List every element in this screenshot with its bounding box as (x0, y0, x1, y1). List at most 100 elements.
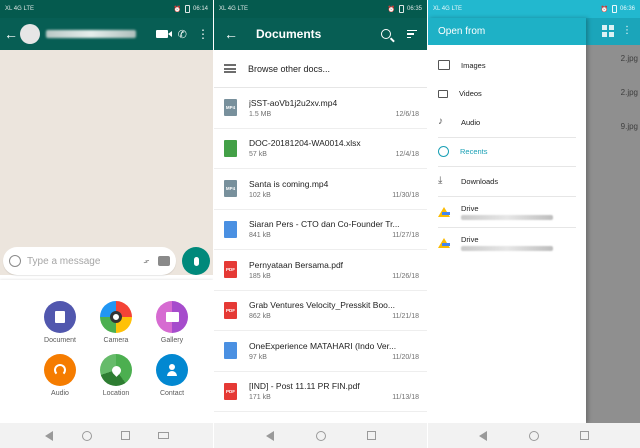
browse-other-docs[interactable]: Browse other docs... (214, 50, 427, 88)
grid-view-icon[interactable] (602, 25, 614, 37)
more-options-icon[interactable]: ⋮ (197, 28, 209, 40)
camera-icon[interactable] (158, 256, 170, 266)
contact-avatar[interactable] (20, 24, 40, 44)
nav-home-icon[interactable] (314, 429, 328, 443)
document-date: 11/13/18 (392, 394, 419, 402)
background-file-name: 2.jpg (620, 88, 638, 97)
document-row[interactable]: PDF [IND] - Post 11.11 PR FIN.pdf 171 kB… (214, 372, 427, 412)
drawer-item-recents[interactable]: Recents (428, 138, 586, 167)
document-name: Santa is coming.mp4 (249, 178, 329, 189)
drawer-item-drive[interactable]: Drive (428, 197, 586, 227)
nav-recents-icon[interactable] (365, 429, 379, 443)
open-from-drawer: Open from Images Videos ♪ Audio Recents … (428, 18, 586, 423)
background-file-name: 2.jpg (620, 54, 638, 63)
video-icon (438, 89, 448, 98)
phone-call-icon[interactable]: ✆ (178, 28, 187, 41)
drawer-item-downloads[interactable]: ⤓ Downloads (428, 167, 586, 196)
documents-header: ← Documents (214, 18, 427, 50)
drive-label: Drive (461, 234, 479, 244)
document-row[interactable]: DOC-20181204-WA0014.xlsx 57 kB 12/4/18 (214, 129, 427, 169)
camera-icon[interactable] (100, 301, 132, 333)
attach-label: Contact (159, 390, 185, 397)
image-icon (438, 60, 450, 71)
microphone-icon (193, 256, 199, 266)
pdf-file-icon: PDF (224, 301, 237, 319)
sort-icon[interactable] (407, 29, 417, 39)
battery-icon (184, 5, 190, 13)
clock-time: 06:35 (406, 6, 422, 12)
drawer-item-label: Images (461, 60, 486, 70)
drawer-item-videos[interactable]: Videos (428, 80, 586, 109)
document-row[interactable]: PDF Grab Ventures Velocity_Presskit Boo.… (214, 291, 427, 331)
nav-back-icon[interactable] (42, 429, 56, 443)
back-arrow-icon[interactable]: ← (224, 26, 238, 42)
document-date: 11/30/18 (392, 191, 419, 199)
attach-label: Audio (51, 390, 69, 397)
attach-document[interactable]: Document (32, 301, 88, 344)
document-size: 57 kB (249, 151, 267, 159)
document-row[interactable]: PDF Pernyataan Bersama.pdf 185 kB 11/26/1… (214, 250, 427, 291)
message-input[interactable]: Type a message (27, 256, 143, 267)
attach-camera[interactable]: Camera (88, 301, 144, 344)
document-name: DOC-20181204-WA0014.xlsx (249, 138, 361, 149)
attach-location[interactable]: Location (88, 354, 144, 397)
nav-home-icon[interactable] (80, 429, 94, 443)
alarm-icon: ⏰ (173, 6, 182, 13)
status-bar: XL 4G LTE ⏰ 06:35 (214, 0, 427, 18)
emoji-icon[interactable] (9, 255, 21, 267)
battery-icon (611, 5, 617, 13)
headphones-icon[interactable] (44, 354, 76, 386)
nav-recents-icon[interactable] (119, 429, 133, 443)
clock-time: 06:36 (619, 6, 635, 12)
person-icon[interactable] (156, 354, 188, 386)
nav-back-icon[interactable] (476, 429, 490, 443)
document-row[interactable]: MP4 jSST-aoVb1j2u2xv.mp4 1.5 MB 12/6/18 (214, 88, 427, 129)
search-icon[interactable] (381, 29, 391, 39)
document-name: Grab Ventures Velocity_Presskit Boo... (249, 300, 395, 311)
gallery-icon[interactable] (156, 301, 188, 333)
document-size: 185 kB (249, 272, 271, 280)
nav-back-icon[interactable] (263, 429, 277, 443)
document-size: 171 kB (249, 394, 271, 402)
document-date: 11/21/18 (392, 313, 419, 321)
attach-audio[interactable]: Audio (32, 354, 88, 397)
back-arrow-icon[interactable]: ← (4, 26, 18, 42)
document-date: 12/4/18 (395, 151, 419, 159)
document-row[interactable]: OneExperience MATAHARI (Indo Ver... 97 k… (214, 331, 427, 372)
document-date: 11/26/18 (392, 272, 419, 280)
document-size: 841 kB (249, 232, 271, 240)
attach-gallery[interactable]: Gallery (144, 301, 200, 344)
drawer-item-drive[interactable]: Drive (428, 228, 586, 258)
nav-home-icon[interactable] (527, 429, 541, 443)
nav-recents-icon[interactable] (578, 429, 592, 443)
location-pin-icon[interactable] (100, 354, 132, 386)
clock-icon (438, 146, 449, 158)
carrier-label: XL 4G LTE (5, 6, 35, 12)
document-name: Siaran Pers - CTO dan Co-Founder Tr... (249, 219, 400, 230)
document-row[interactable]: Siaran Pers - CTO dan Co-Founder Tr... 8… (214, 210, 427, 250)
keyboard-icon[interactable] (157, 429, 171, 443)
text-document-icon (224, 342, 237, 360)
document-list: MP4 jSST-aoVb1j2u2xv.mp4 1.5 MB 12/6/18 D… (214, 88, 427, 412)
drawer-item-label: Recents (460, 147, 488, 157)
attach-contact[interactable]: Contact (144, 354, 200, 397)
document-row[interactable]: MP4 Santa is coming.mp4 102 kB 11/30/18 (214, 169, 427, 210)
background-file-name: 9.jpg (620, 122, 638, 131)
contact-name-blurred[interactable] (46, 30, 136, 38)
drive-account-blurred (461, 214, 553, 220)
more-options-icon[interactable]: ⋮ (622, 25, 632, 36)
carrier-label: XL 4G LTE (219, 6, 249, 12)
message-compose-bar[interactable]: Type a message ⌁ (3, 247, 176, 275)
mic-button[interactable] (182, 247, 210, 275)
drawer-item-audio[interactable]: ♪ Audio (428, 108, 586, 137)
alarm-icon: ⏰ (387, 6, 396, 13)
document-name: jSST-aoVb1j2u2xv.mp4 (249, 97, 338, 108)
document-icon[interactable] (44, 301, 76, 333)
list-icon (224, 64, 236, 73)
system-nav-bar (0, 423, 213, 448)
battery-icon (398, 5, 404, 13)
drawer-title: Open from (428, 18, 586, 45)
document-name: OneExperience MATAHARI (Indo Ver... (249, 340, 397, 351)
video-call-icon[interactable] (155, 30, 172, 38)
drawer-item-images[interactable]: Images (428, 51, 586, 80)
